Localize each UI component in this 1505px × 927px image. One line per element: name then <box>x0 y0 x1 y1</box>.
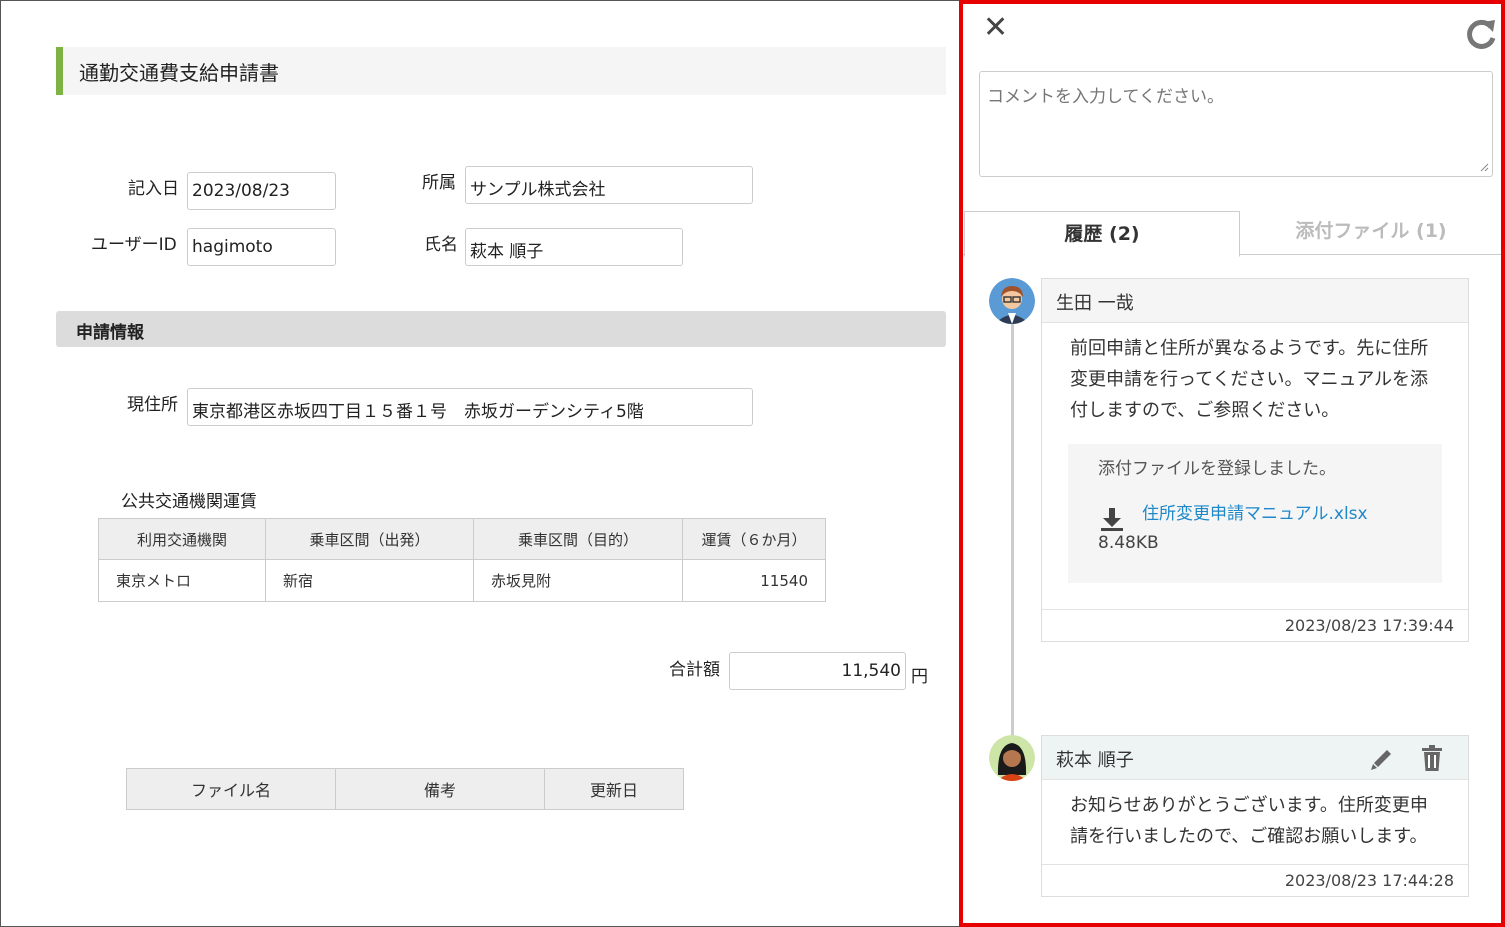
form-title: 通勤交通費支給申請書 <box>79 61 279 85</box>
comment-body: 前回申請と住所が異なるようです。先に住所変更申請を行ってください。マニュアルを添… <box>1042 323 1468 444</box>
files-col-header: 更新日 <box>544 768 684 810</box>
edit-icon[interactable] <box>1368 744 1396 772</box>
timeline-line <box>1011 324 1014 738</box>
comment-author: 生田 一哉 <box>1056 293 1134 314</box>
attachment-box: 添付ファイルを登録しました。 住所変更申請マニュアル.xlsx 8.48KB <box>1068 444 1442 583</box>
comment-text: 前回申請と住所が異なるようです。先に住所変更申請を行ってください。マニュアルを添… <box>1070 338 1429 421</box>
fare-cell-amount: 11540 <box>682 559 826 602</box>
address-field[interactable]: 東京都港区赤坂四丁目１５番１号 赤坂ガーデンシティ5階 <box>187 388 753 426</box>
fare-col-header: 乗車区間（目的） <box>473 518 683 560</box>
department-label: 所属 <box>422 173 456 193</box>
address-label: 現住所 <box>127 395 178 415</box>
user-id-field[interactable]: hagimoto <box>187 228 336 266</box>
comment-card: 萩本 順子 お知らせありがとうございます。住所変更申請を行いましたので、ご確認お… <box>1041 735 1469 897</box>
fare-col-header: 乗車区間（出発） <box>265 518 474 560</box>
comment-timestamp: 2023/08/23 17:39:44 <box>1042 609 1468 641</box>
user-id-label: ユーザーID <box>91 235 177 255</box>
total-label: 合計額 <box>669 660 720 680</box>
fare-cell-departure: 新宿 <box>265 559 474 602</box>
files-col-header: 備考 <box>335 768 545 810</box>
files-col-header: ファイル名 <box>126 768 336 810</box>
attachment-size: 8.48KB <box>1098 533 1159 553</box>
fare-table: 利用交通機関 乗車区間（出発） 乗車区間（目的） 運賃（６か月） 東京メトロ 新… <box>98 518 826 602</box>
fare-col-header: 運賃（６か月） <box>682 518 826 560</box>
comment-panel: ✕ 履歴 (2) 添付ファイル (1) 生田 一哉 前回申請と住所が異なるようで… <box>959 0 1505 927</box>
total-field[interactable]: 11,540 <box>729 652 906 690</box>
refresh-icon[interactable] <box>1463 16 1499 52</box>
section-title: 申請情報 <box>76 323 144 343</box>
name-label: 氏名 <box>424 235 458 255</box>
fare-heading: 公共交通機関運賃 <box>121 492 257 512</box>
close-icon[interactable]: ✕ <box>983 13 1008 43</box>
comment-header: 生田 一哉 <box>1042 279 1468 323</box>
total-unit: 円 <box>911 667 928 687</box>
attachment-note: 添付ファイルを登録しました。 <box>1098 459 1336 479</box>
fare-cell-destination: 赤坂見附 <box>473 559 683 602</box>
entry-date-label: 記入日 <box>128 179 179 199</box>
comment-body: お知らせありがとうございます。住所変更申請を行いましたので、ご確認お願いします。 <box>1042 780 1468 864</box>
fare-col-header: 利用交通機関 <box>98 518 266 560</box>
avatar-woman-icon <box>989 735 1035 781</box>
download-icon <box>1101 508 1123 531</box>
table-row: 東京メトロ 新宿 赤坂見附 11540 <box>98 559 826 602</box>
comment-timestamp: 2023/08/23 17:44:28 <box>1042 864 1468 896</box>
comment-text: お知らせありがとうございます。住所変更申請を行いましたので、ご確認お願いします。 <box>1070 795 1428 847</box>
tab-attachments[interactable]: 添付ファイル (1) <box>1240 209 1501 255</box>
name-field[interactable]: 萩本 順子 <box>465 228 683 266</box>
attachment-link[interactable]: 住所変更申請マニュアル.xlsx <box>1098 501 1412 531</box>
avatar-man-icon <box>989 278 1035 324</box>
comment-card: 生田 一哉 前回申請と住所が異なるようです。先に住所変更申請を行ってください。マ… <box>1041 278 1469 642</box>
attachment-name[interactable]: 住所変更申請マニュアル.xlsx <box>1142 504 1368 524</box>
comment-input[interactable] <box>979 71 1493 177</box>
comment-author: 萩本 順子 <box>1056 750 1134 771</box>
trash-icon[interactable] <box>1420 744 1444 772</box>
resize-grip-icon[interactable] <box>1479 162 1489 172</box>
comment-header: 萩本 順子 <box>1042 736 1468 780</box>
department-field[interactable]: サンプル株式会社 <box>465 166 753 204</box>
fare-cell-transport: 東京メトロ <box>98 559 266 602</box>
form-title-bar: 通勤交通費支給申請書 <box>56 47 946 95</box>
section-header: 申請情報 <box>56 311 946 347</box>
tab-history[interactable]: 履歴 (2) <box>964 211 1240 257</box>
files-table: ファイル名 備考 更新日 <box>126 768 684 810</box>
entry-date-field[interactable]: 2023/08/23 <box>187 172 336 210</box>
